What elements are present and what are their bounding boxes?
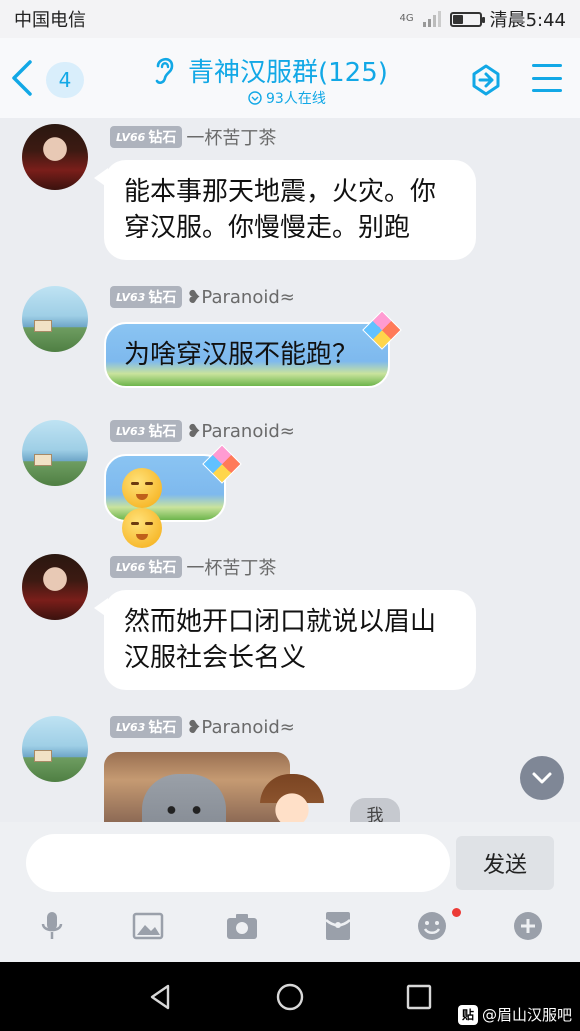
level-badge[interactable]: LV66 钻石 [110,126,183,148]
level-text: LV63 [116,720,146,734]
level-text: LV63 [116,424,146,438]
online-status[interactable]: 93人在线 [248,88,326,108]
clock: 清晨5:44 [489,10,566,31]
level-badge[interactable]: LV63 钻石 [110,716,183,738]
menu-icon[interactable] [532,64,562,92]
sender-name[interactable]: 一杯苦丁茶 [186,124,276,150]
red-packet-icon[interactable] [320,908,356,944]
avatar[interactable] [22,286,88,352]
unread-count-badge[interactable]: 4 [46,62,84,98]
message-bubble[interactable]: 能本事那天地震，火灾。你 穿汉服。你慢慢走。别跑 [104,160,476,260]
sender-meta: LV66 钻石 一杯苦丁茶 [110,554,276,580]
chat-header: 4 青神汉服群(125) 93人在线 [0,38,580,118]
send-button[interactable]: 发送 [456,836,554,890]
message-bubble[interactable]: 为啥穿汉服不能跑？ [104,322,390,388]
rank-text: 钻石 [148,130,177,146]
sender-meta: LV63 钻石 ❥Paranoid≈ [110,286,295,308]
message-text-line: 穿汉服。你慢慢走。别跑 [124,213,411,243]
home-circle-icon[interactable] [275,982,305,1012]
annoyed-face-icon [122,468,162,508]
level-text: LV66 [116,560,146,574]
rank-text: 钻石 [148,424,177,440]
menu-line [532,89,562,92]
online-check-icon [248,91,262,105]
level-text: LV66 [116,130,146,144]
avatar[interactable] [22,716,88,782]
online-count: 93人在线 [266,91,326,107]
camera-icon[interactable] [224,908,260,944]
ear-icon [155,57,174,84]
microphone-icon[interactable] [34,908,70,944]
message-input[interactable] [26,834,450,892]
emoji-icon[interactable] [414,908,450,944]
scroll-down-button[interactable] [520,756,564,800]
battery-icon [449,11,485,27]
rank-text: 钻石 [148,560,177,576]
input-toolbar [0,908,580,948]
avatar[interactable] [22,554,88,620]
message-text-line: 然而她开口闭口就说以眉山 [124,607,437,637]
network-type: 4G [399,13,414,24]
watermark: 贴 @眉山汉服吧 [458,1004,572,1025]
status-bar: 中国电信 4G 清晨5:44 [0,0,580,38]
message-text-line: 汉服社会长名义 [124,643,307,673]
level-text: LV63 [116,290,146,304]
plus-icon[interactable] [510,908,546,944]
message-text-line: 能本事那天地震，火灾。你 [124,177,437,207]
my-avatar[interactable] [260,774,324,822]
menu-line [532,76,562,80]
chevron-down-icon [532,772,552,784]
sender-name[interactable]: ❥Paranoid≈ [186,421,295,442]
sender-name[interactable]: ❥Paranoid≈ [186,287,295,308]
notification-dot [452,908,461,917]
chat-title[interactable]: 青神汉服群(125) [188,52,388,89]
carrier-label: 中国电信 [14,10,86,31]
level-badge[interactable]: LV63 钻石 [110,286,183,308]
back-triangle-icon[interactable] [146,982,176,1012]
rank-text: 钻石 [148,290,177,306]
recents-square-icon[interactable] [404,982,434,1012]
tieba-logo-icon: 贴 [458,1004,478,1025]
group-share-icon[interactable] [466,60,506,100]
status-icons: 4G 清晨5:44 [399,6,566,32]
message-bubble[interactable]: 然而她开口闭口就说以眉山 汉服社会长名义 [104,590,476,690]
menu-line [532,64,562,67]
sender-meta: LV66 钻石 一杯苦丁茶 [110,124,276,150]
sender-meta: LV63 钻石 ❥Paranoid≈ [110,420,295,442]
back-icon[interactable] [8,56,38,100]
avatar[interactable] [22,124,88,190]
picture-icon[interactable] [130,908,166,944]
sender-name[interactable]: ❥Paranoid≈ [186,717,295,738]
level-badge[interactable]: LV66 钻石 [110,556,183,578]
message-text: 为啥穿汉服不能跑？ [124,340,359,370]
cat-photo [142,774,226,822]
input-area: 发送 [0,822,580,962]
rank-text: 钻石 [148,720,177,736]
annoyed-face-icon [122,508,162,548]
sender-meta: LV63 钻石 ❥Paranoid≈ [110,716,295,738]
avatar[interactable] [22,420,88,486]
sender-name[interactable]: 一杯苦丁茶 [186,554,276,580]
level-badge[interactable]: LV63 钻石 [110,420,183,442]
signal-icon [422,11,441,27]
watermark-text: @眉山汉服吧 [482,1006,573,1024]
